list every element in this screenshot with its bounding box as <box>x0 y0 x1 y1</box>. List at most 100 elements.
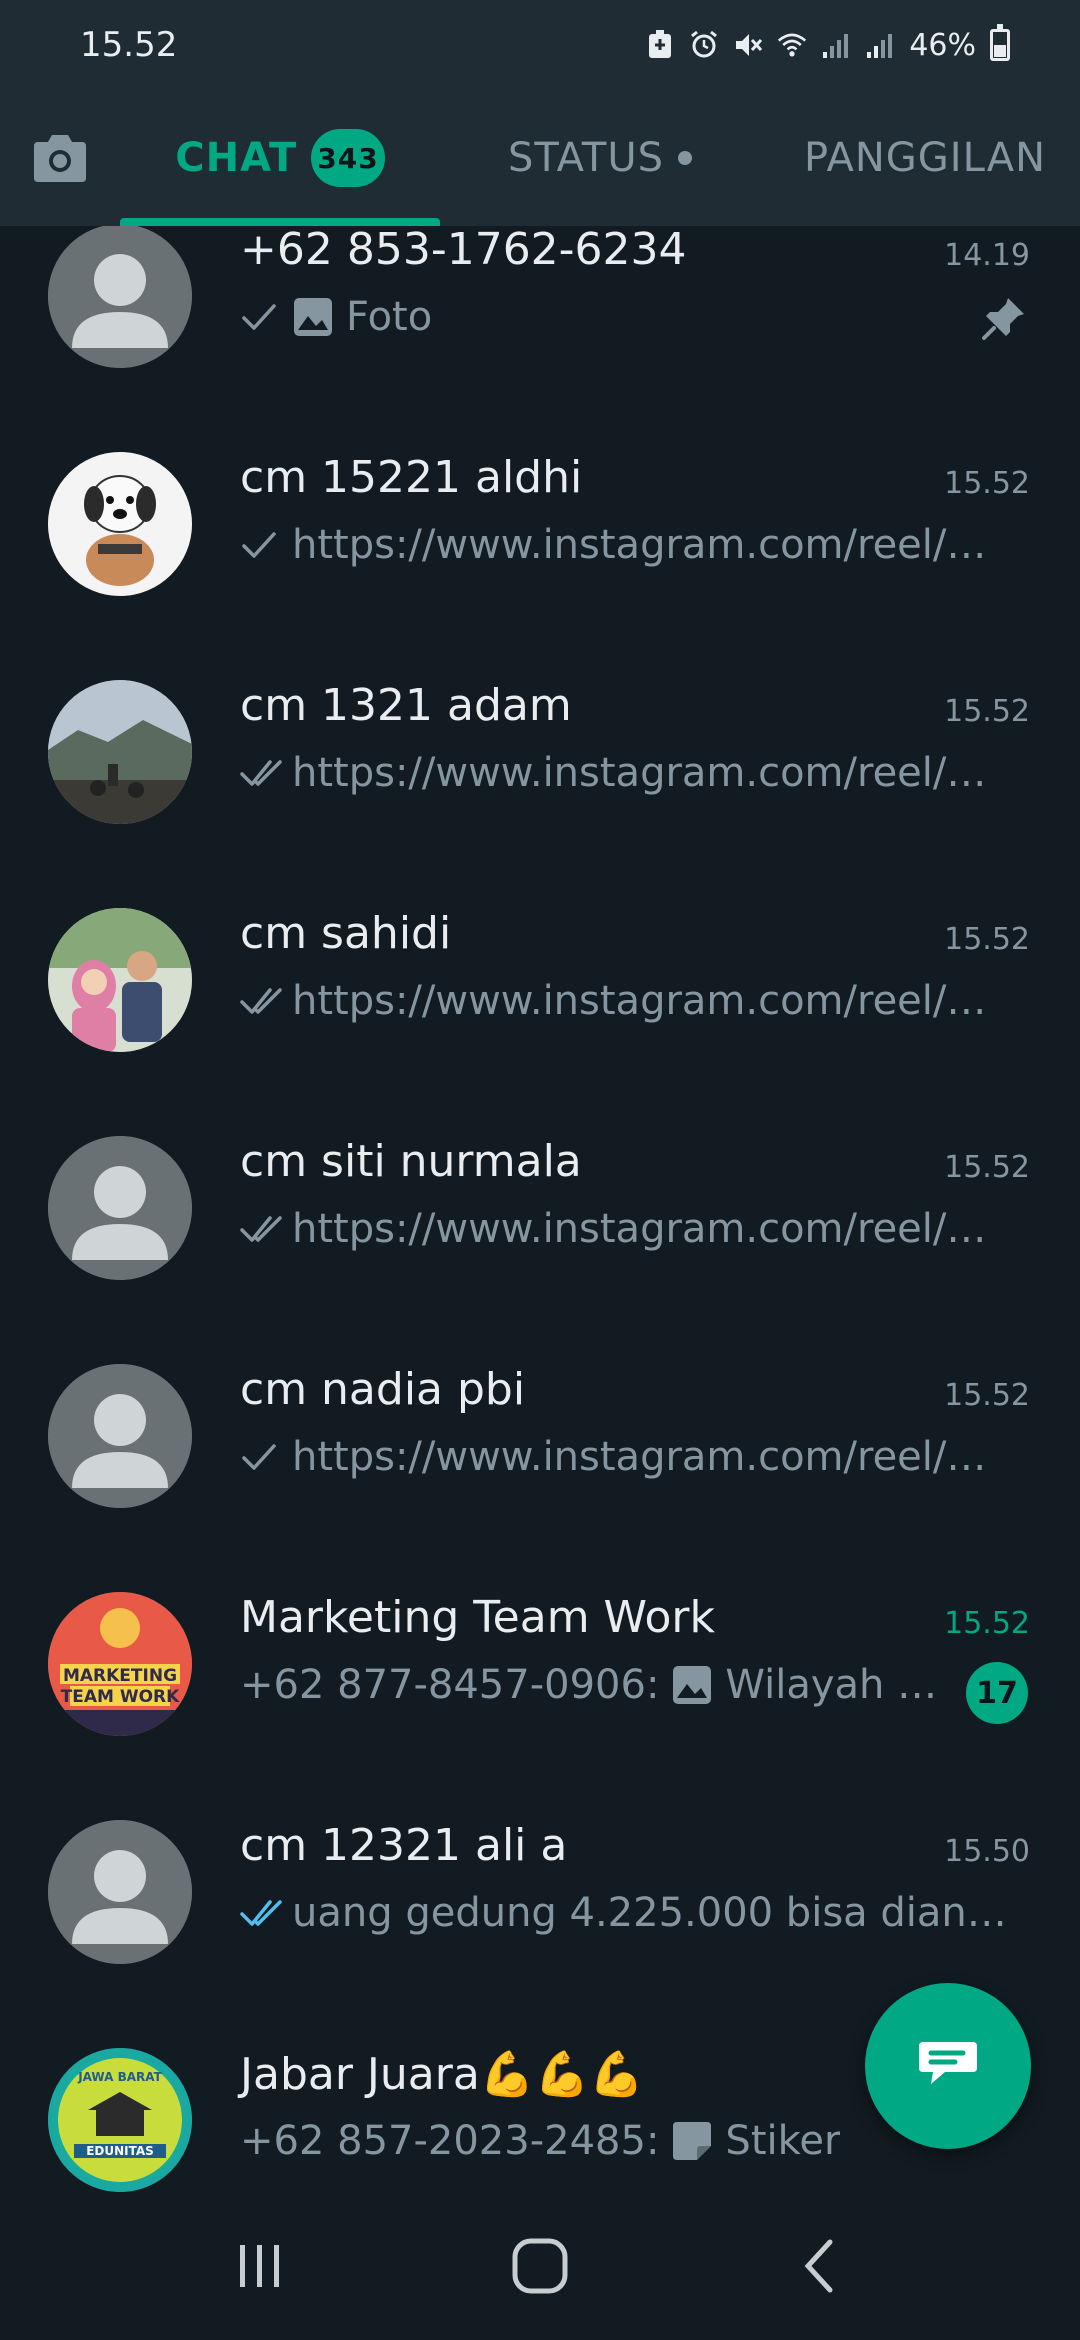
chat-name: cm sahidi <box>240 908 452 959</box>
chat-time: 14.19 <box>944 238 1030 273</box>
preview-text: https://www.instagram.com/reel/C... <box>292 750 1010 796</box>
chat-time: 15.52 <box>944 922 1030 957</box>
recents-button[interactable] <box>220 2226 300 2306</box>
chat-time: 15.52 <box>944 466 1030 501</box>
chat-name: cm 1321 adam <box>240 680 572 731</box>
chat-name: +62 853-1762-6234 <box>240 226 687 275</box>
tab-chat-label: CHAT <box>175 135 298 181</box>
camera-icon[interactable] <box>28 126 92 190</box>
unread-count-badge: 17 <box>966 1662 1028 1724</box>
preview-text: Stiker <box>725 2118 841 2164</box>
chat-item[interactable]: cm nadia pbi 15.52 https://www.instagram.c… <box>0 1364 1080 1592</box>
avatar[interactable]: MARKETING TEAM WORK <box>48 1592 192 1736</box>
sent-tick-icon <box>240 300 292 334</box>
avatar[interactable] <box>48 226 192 368</box>
sent-tick-icon <box>240 1440 292 1474</box>
avatar[interactable] <box>48 908 192 1052</box>
chat-name: Marketing Team Work <box>240 1592 715 1643</box>
wifi-icon <box>777 30 807 60</box>
chat-preview: Foto <box>240 294 960 340</box>
avatar[interactable] <box>48 1364 192 1508</box>
notification-icon <box>645 30 675 60</box>
preview-sender: +62 877-8457-0906: <box>240 1662 660 1708</box>
chat-name: cm 15221 aldhi <box>240 452 583 503</box>
preview-text: https://www.instagram.com/reel/C... <box>292 1206 1010 1252</box>
home-button[interactable] <box>500 2226 580 2306</box>
app-header: CHAT 343 STATUS PANGGILAN <box>0 90 1080 226</box>
alarm-icon <box>689 30 719 60</box>
mute-icon <box>733 30 763 60</box>
chat-name: cm siti nurmala <box>240 1136 582 1187</box>
home-icon <box>512 2238 568 2294</box>
chat-item[interactable]: cm sahidi 15.52 https://www.instagram.com/… <box>0 908 1080 1136</box>
image-icon <box>671 1664 725 1706</box>
battery-fill <box>994 45 1006 57</box>
chat-name: cm nadia pbi <box>240 1364 526 1415</box>
avatar[interactable]: JAWA BARAT EDUNITAS <box>48 2048 192 2192</box>
chat-preview: https://www.instagram.com/reel/C... <box>240 1206 1010 1252</box>
back-icon <box>804 2239 833 2293</box>
signal-icon-2 <box>865 30 895 60</box>
status-bar: 15.52 46% <box>0 0 1080 90</box>
avatar-logo-text-top: JAWA BARAT <box>78 2070 162 2084</box>
chat-time: 15.52 <box>944 1606 1030 1641</box>
new-chat-button[interactable] <box>865 1983 1031 2149</box>
chat-item[interactable]: MARKETING TEAM WORK Marketing Team Work 15… <box>0 1592 1080 1820</box>
tab-chat[interactable]: CHAT 343 <box>120 90 440 226</box>
chat-time: 15.50 <box>944 1834 1030 1869</box>
chat-name: Jabar Juara💪💪💪 <box>240 2049 645 2100</box>
status-time: 15.52 <box>80 25 178 65</box>
chat-name: cm 12321 ali a <box>240 1820 568 1871</box>
active-tab-indicator <box>120 218 440 226</box>
chat-time: 15.52 <box>944 694 1030 729</box>
status-update-dot <box>678 151 693 165</box>
chat-preview: https://www.instagram.com/reel/C... <box>240 1434 1010 1480</box>
delivered-ticks-icon <box>240 1212 292 1246</box>
avatar[interactable] <box>48 1820 192 1964</box>
chat-item[interactable]: cm 1321 adam 15.52 https://www.instagram.c… <box>0 680 1080 908</box>
battery-percent: 46% <box>909 27 976 63</box>
battery-icon <box>990 24 1010 61</box>
chat-preview: +62 877-8457-0906: Wilayah kit... <box>240 1662 960 1708</box>
image-icon <box>292 296 346 338</box>
chat-preview: https://www.instagram.com/reel/C... <box>240 522 1010 568</box>
chat-item[interactable]: +62 853-1762-6234 14.19 Foto <box>0 226 1080 452</box>
preview-text: Foto <box>346 294 433 340</box>
recents-icon <box>240 2245 279 2287</box>
preview-text: https://www.instagram.com/reel/C... <box>292 978 1010 1024</box>
read-ticks-icon <box>240 1896 292 1930</box>
chat-preview: uang gedung 4.225.000 bisa diangsu... <box>240 1890 1010 1936</box>
tab-status-label: STATUS <box>507 135 665 181</box>
preview-text: https://www.instagram.com/reel/C... <box>292 1434 1010 1480</box>
chat-list[interactable]: +62 853-1762-6234 14.19 Foto cm 15221 aldhi… <box>0 226 1080 2192</box>
avatar-logo-text: MARKETING TEAM WORK <box>60 1666 180 1707</box>
signal-icon <box>821 30 851 60</box>
tab-status[interactable]: STATUS <box>500 90 700 226</box>
chat-item[interactable]: cm siti nurmala 15.52 https://www.instagra… <box>0 1136 1080 1364</box>
avatar[interactable] <box>48 1136 192 1280</box>
pin-icon <box>980 294 1028 342</box>
chat-item[interactable]: cm 15221 aldhi 15.52 https://www.instagram… <box>0 452 1080 680</box>
preview-text: uang gedung 4.225.000 bisa diangsu... <box>292 1890 1010 1936</box>
back-button[interactable] <box>780 2226 860 2306</box>
chat-preview: https://www.instagram.com/reel/C... <box>240 750 1010 796</box>
chat-time: 15.52 <box>944 1378 1030 1413</box>
message-icon <box>919 2042 977 2084</box>
chat-count-badge: 343 <box>311 129 385 187</box>
status-icons: 46% <box>645 24 1010 63</box>
delivered-ticks-icon <box>240 756 292 790</box>
avatar[interactable] <box>48 680 192 824</box>
avatar-logo-text-bottom: EDUNITAS <box>86 2144 154 2158</box>
tab-calls[interactable]: PANGGILAN <box>800 90 1050 226</box>
preview-sender: +62 857-2023-2485: <box>240 2118 660 2164</box>
delivered-ticks-icon <box>240 984 292 1018</box>
preview-text: Wilayah kit... <box>725 1662 960 1708</box>
chat-time: 15.52 <box>944 1150 1030 1185</box>
avatar[interactable] <box>48 452 192 596</box>
system-nav-bar <box>0 2192 1080 2340</box>
sticker-icon <box>671 2120 725 2162</box>
sent-tick-icon <box>240 528 292 562</box>
tab-calls-label: PANGGILAN <box>803 135 1047 181</box>
preview-text: https://www.instagram.com/reel/C... <box>292 522 1010 568</box>
chat-preview: https://www.instagram.com/reel/C... <box>240 978 1010 1024</box>
